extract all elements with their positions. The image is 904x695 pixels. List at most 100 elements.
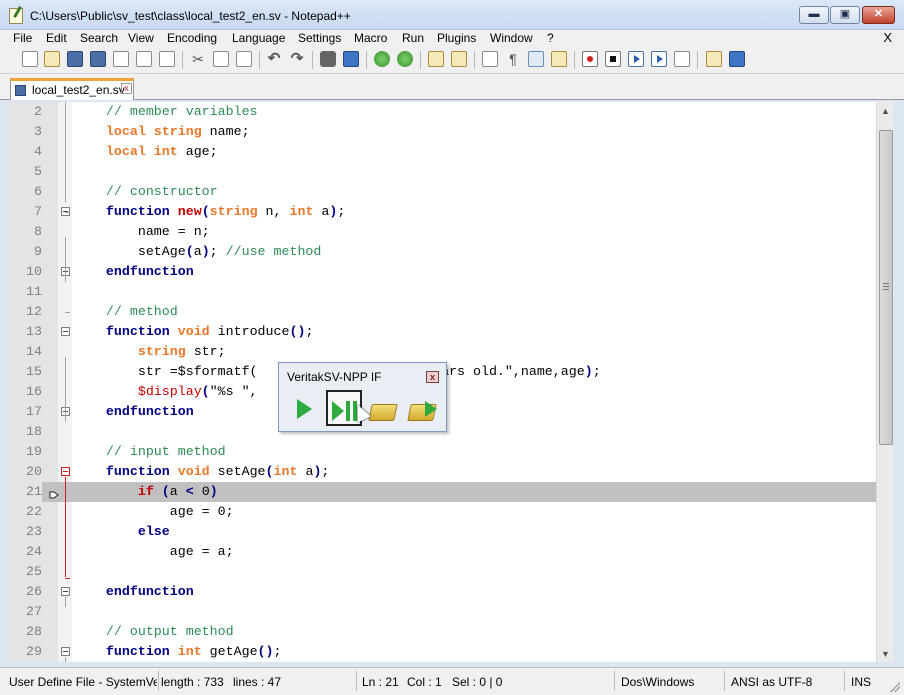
code-line[interactable]: 28 // output method [8, 622, 876, 642]
scroll-down-icon[interactable]: ▼ [879, 647, 892, 661]
close-all-icon[interactable] [136, 51, 152, 67]
menu-encoding[interactable]: Encoding [167, 31, 217, 45]
code-line[interactable]: 20 function void setAge(int a); [8, 462, 876, 482]
paste-icon[interactable] [236, 51, 252, 67]
record-macro-icon[interactable] [582, 51, 598, 67]
code-line[interactable]: 14 string str; [8, 342, 876, 362]
stop-record-icon[interactable] [605, 51, 621, 67]
scrollbar-thumb[interactable] [879, 130, 893, 445]
code-line[interactable]: 26 endfunction [8, 582, 876, 602]
code-token: ) [584, 364, 593, 379]
code-line[interactable]: 4 local int age; [8, 142, 876, 162]
line-number: 28 [26, 624, 42, 639]
code-token: a [193, 244, 202, 259]
toolbar-separator [697, 51, 698, 69]
code-line[interactable]: 23 else [8, 522, 876, 542]
code-line[interactable]: 7 function new(string n, int a); [8, 202, 876, 222]
zoom-in-icon[interactable] [374, 51, 390, 67]
find-icon[interactable] [320, 51, 336, 67]
code-line[interactable]: 13 function void introduce(); [8, 322, 876, 342]
play-icon [332, 401, 344, 421]
close-document-button[interactable]: X [883, 30, 892, 45]
close-file-icon[interactable] [113, 51, 129, 67]
word-wrap-icon[interactable] [482, 51, 498, 67]
run-button[interactable] [288, 390, 324, 426]
menu-settings[interactable]: Settings [298, 31, 341, 45]
print-icon[interactable] [159, 51, 175, 67]
save-icon [15, 85, 26, 96]
menu-plugins[interactable]: Plugins [437, 31, 476, 45]
code-line[interactable]: 21 if (a < 0) [8, 482, 876, 502]
code-line[interactable]: 24 age = a; [8, 542, 876, 562]
status-selection: Sel : 0 | 0 [452, 675, 503, 689]
maximize-button[interactable]: ▣ [830, 6, 860, 24]
menu-search[interactable]: Search [80, 31, 118, 45]
line-number: 27 [26, 604, 42, 619]
minimize-button[interactable]: ▬ [799, 6, 829, 24]
code-line[interactable]: 11 [8, 282, 876, 302]
save-all-icon[interactable] [90, 51, 106, 67]
menu-view[interactable]: View [128, 31, 154, 45]
menu-macro[interactable]: Macro [354, 31, 387, 45]
run-macro-multiple-icon[interactable] [651, 51, 667, 67]
code-line[interactable]: 6 // constructor [8, 182, 876, 202]
save-macro-icon[interactable] [674, 51, 690, 67]
replace-icon[interactable] [343, 51, 359, 67]
code-line[interactable]: 3 local string name; [8, 122, 876, 142]
code-line[interactable]: 12 // method [8, 302, 876, 322]
code-token: function [74, 464, 170, 479]
zoom-out-icon[interactable] [397, 51, 413, 67]
save-icon[interactable] [67, 51, 83, 67]
code-line[interactable]: 2 // member variables [8, 102, 876, 122]
fold-toggle-icon[interactable] [61, 327, 70, 336]
code-line[interactable]: 25 [8, 562, 876, 582]
tab-local-test2[interactable]: local_test2_en.sv x [10, 78, 134, 100]
fold-toggle-icon[interactable] [61, 467, 70, 476]
toolbar-separator [366, 51, 367, 69]
open-project-button[interactable] [366, 390, 402, 426]
new-file-icon[interactable] [22, 51, 38, 67]
code-line[interactable]: 10 endfunction [8, 262, 876, 282]
indent-guide-icon[interactable] [528, 51, 544, 67]
status-separator [724, 671, 725, 691]
spellcheck-icon[interactable] [729, 51, 745, 67]
sync-vertical-icon[interactable] [428, 51, 444, 67]
menu-edit[interactable]: Edit [46, 31, 67, 45]
close-button[interactable]: ✕ [862, 6, 895, 24]
code-line[interactable]: 19 // input method [8, 442, 876, 462]
playback-icon[interactable] [628, 51, 644, 67]
popup-close-icon[interactable]: x [426, 371, 439, 383]
code-text: // constructor [74, 182, 218, 202]
copy-icon[interactable] [213, 51, 229, 67]
line-number: 13 [26, 324, 42, 339]
code-line[interactable]: 5 [8, 162, 876, 182]
code-line[interactable]: 27 [8, 602, 876, 622]
open-file-icon[interactable] [44, 51, 60, 67]
code-line[interactable]: 9 setAge(a); //use method [8, 242, 876, 262]
plugin-icon[interactable] [706, 51, 722, 67]
undo-icon[interactable]: ↶ [266, 51, 282, 67]
menu-help[interactable]: ? [547, 31, 554, 45]
code-line[interactable]: 8 name = n; [8, 222, 876, 242]
fold-toggle-icon[interactable] [61, 587, 70, 596]
status-insert-mode: INS [851, 675, 872, 689]
redo-icon[interactable]: ↷ [289, 51, 305, 67]
tab-close-icon[interactable]: x [121, 83, 132, 94]
fold-toggle-icon[interactable] [61, 647, 70, 656]
scroll-up-icon[interactable]: ▲ [879, 104, 892, 118]
menu-file[interactable]: File [13, 31, 32, 45]
open-project-run-button[interactable] [405, 390, 441, 426]
user-language-icon[interactable] [551, 51, 567, 67]
vertical-scrollbar[interactable]: ▲ ▼ [876, 102, 894, 662]
menu-run[interactable]: Run [402, 31, 424, 45]
cut-icon[interactable]: ✂ [190, 51, 206, 67]
code-token: // output method [74, 624, 234, 639]
show-all-chars-icon[interactable]: ¶ [505, 51, 521, 67]
menu-language[interactable]: Language [232, 31, 285, 45]
code-line[interactable]: 29 function int getAge(); [8, 642, 876, 662]
sync-horizontal-icon[interactable] [451, 51, 467, 67]
resize-grip-icon[interactable] [890, 682, 900, 692]
code-line[interactable]: 22 age = 0; [8, 502, 876, 522]
menu-window[interactable]: Window [490, 31, 533, 45]
